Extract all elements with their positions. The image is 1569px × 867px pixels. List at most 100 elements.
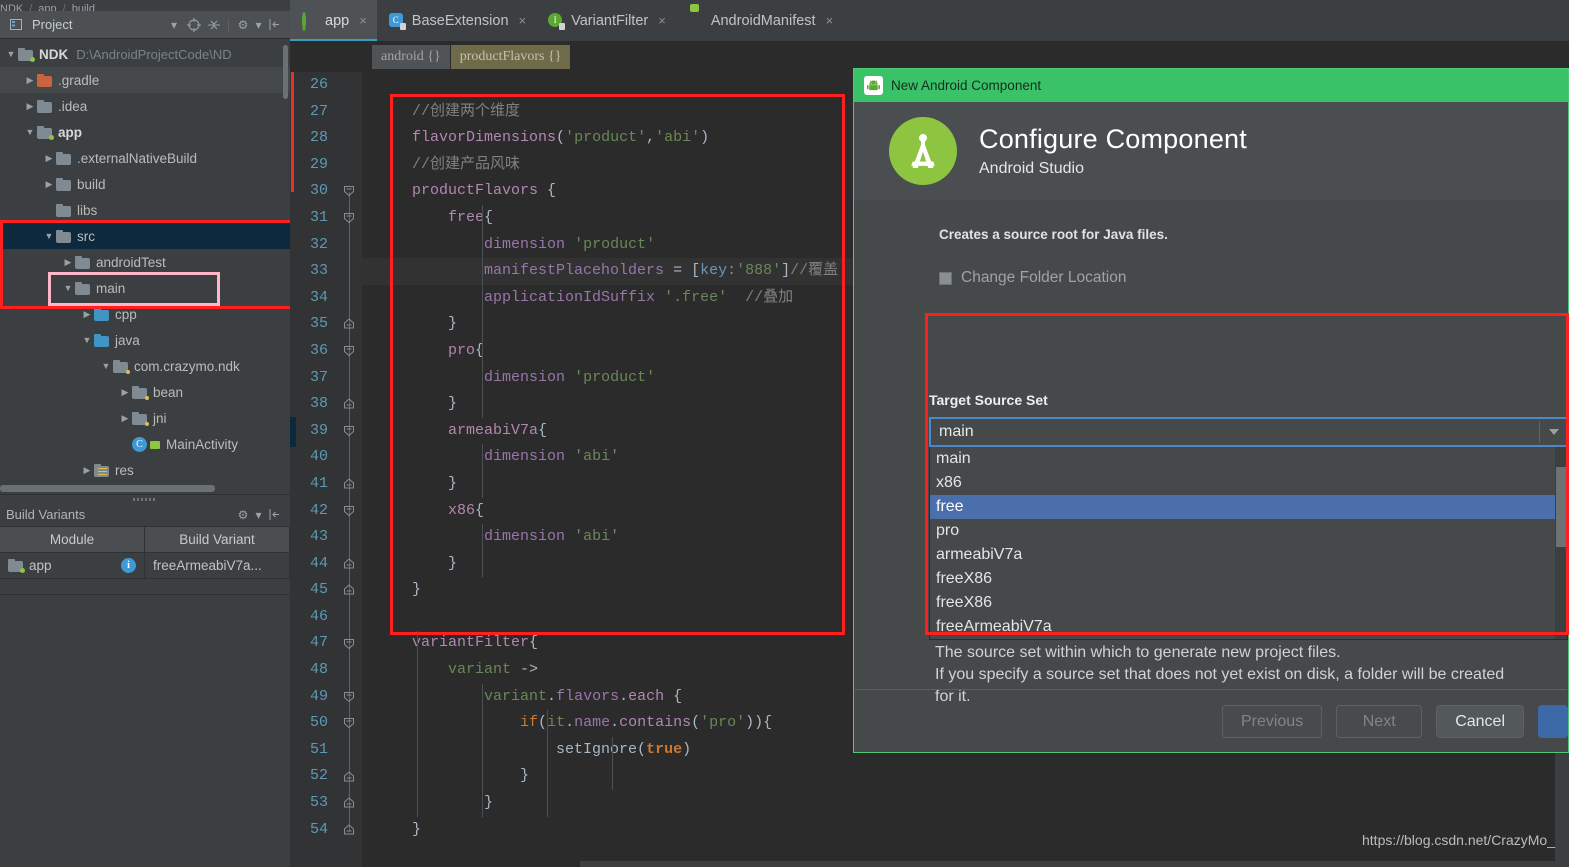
chevron-down-icon[interactable]: ▼ <box>23 127 37 137</box>
chevron-right-icon[interactable]: ▶ <box>23 75 37 86</box>
gear-chevron-icon[interactable]: ▾ <box>255 17 262 33</box>
target-source-set-dropdown[interactable]: main x86 free pro armeabiV7a freeX86 freeX86 fr… <box>929 447 1568 640</box>
top-breadcrumb-item[interactable]: app <box>38 3 56 11</box>
locate-icon[interactable] <box>186 17 202 33</box>
hide-panel-icon[interactable] <box>266 17 282 33</box>
fold-collapse-end-icon[interactable] <box>343 398 355 410</box>
finish-button[interactable] <box>1538 705 1568 738</box>
tree-node-com-crazymo-ndk[interactable]: ▼ com.crazymo.ndk <box>0 353 290 379</box>
dropdown-option-x86[interactable]: x86 <box>930 471 1567 495</box>
code-breadcrumb-productflavors[interactable]: productFlavors {} <box>450 44 571 69</box>
fold-collapse-end-icon[interactable] <box>343 770 355 783</box>
dialog-button-bar[interactable]: Previous Next Cancel <box>1221 705 1568 738</box>
editor-tab-androidmanifest[interactable]: AndroidManifest × <box>676 0 843 41</box>
editor-tab-app[interactable]: app × <box>290 0 377 41</box>
change-folder-location-row[interactable]: Change Folder Location <box>854 269 1568 287</box>
tree-node-res[interactable]: ▶ res <box>0 457 290 483</box>
tree-node-androidtest[interactable]: ▶ androidTest <box>0 249 290 275</box>
chevron-down-icon[interactable]: ▼ <box>99 361 113 371</box>
code-line[interactable]: } <box>362 763 1569 790</box>
dropdown-option-freearmeabiv7a[interactable]: freeArmeabiV7a <box>930 615 1567 639</box>
dropdown-scrollbar[interactable] <box>1555 447 1567 639</box>
chevron-right-icon[interactable]: ▶ <box>118 387 132 398</box>
tree-node-mainactivity[interactable]: C MainActivity <box>0 431 290 457</box>
editor-tab-baseextension[interactable]: C BaseExtension × <box>377 0 536 41</box>
dropdown-option-freex86[interactable]: freeX86 <box>930 591 1567 615</box>
top-breadcrumb-item[interactable]: build <box>72 3 95 11</box>
chevron-right-icon[interactable]: ▶ <box>42 179 56 190</box>
info-icon[interactable]: i <box>121 558 136 573</box>
close-icon[interactable]: × <box>519 13 527 28</box>
code-folding-gutter[interactable] <box>336 72 362 867</box>
target-source-set-combobox[interactable]: main <box>929 417 1568 447</box>
editor-tab-variantfilter[interactable]: I VariantFilter × <box>536 0 676 41</box>
chevron-right-icon[interactable]: ▶ <box>80 309 94 320</box>
fold-expanded-icon[interactable] <box>343 185 355 197</box>
panel-splitter[interactable] <box>0 494 290 503</box>
tree-node-bean[interactable]: ▶ bean <box>0 379 290 405</box>
tree-node-src[interactable]: ▼ src <box>0 223 290 249</box>
editor-tab-bar[interactable]: app × C BaseExtension × I VariantFilter × Androi… <box>290 0 1569 41</box>
chevron-right-icon[interactable]: ▶ <box>42 153 56 164</box>
fold-collapse-end-icon[interactable] <box>343 824 355 836</box>
settings-gear-icon[interactable]: ⚙ <box>235 507 251 523</box>
code-line[interactable]: } <box>362 790 1569 817</box>
top-breadcrumb-item[interactable]: NDK <box>0 3 23 11</box>
fold-expanded-icon[interactable] <box>343 425 355 437</box>
tree-horizontal-scrollbar[interactable] <box>0 485 215 492</box>
fold-collapse-end-icon[interactable] <box>343 584 355 596</box>
gear-chevron-icon[interactable]: ▾ <box>255 507 262 523</box>
fold-expanded-icon[interactable] <box>343 638 355 650</box>
fold-expanded-icon[interactable] <box>343 345 355 357</box>
tree-node-cpp[interactable]: ▶ cpp <box>0 301 290 327</box>
chevron-down-icon[interactable]: ▼ <box>61 283 75 293</box>
fold-collapse-end-icon[interactable] <box>343 318 355 330</box>
dropdown-option-main[interactable]: main <box>930 447 1567 471</box>
chevron-down-icon[interactable]: ▼ <box>42 231 56 241</box>
settings-gear-icon[interactable]: ⚙ <box>235 17 251 33</box>
close-icon[interactable]: × <box>658 13 666 28</box>
code-breadcrumb-android[interactable]: android {} <box>372 44 450 69</box>
fold-expanded-icon[interactable] <box>343 691 355 703</box>
chevron-down-icon[interactable]: ▾ <box>166 17 182 33</box>
cell-module[interactable]: app i <box>0 553 145 579</box>
chevron-right-icon[interactable]: ▶ <box>80 465 94 476</box>
tree-node-build[interactable]: ▶ build <box>0 171 290 197</box>
chevron-right-icon[interactable]: ▶ <box>61 257 75 268</box>
hide-panel-icon[interactable] <box>266 507 282 523</box>
tree-node-java[interactable]: ▼ java <box>0 327 290 353</box>
cancel-button[interactable]: Cancel <box>1436 705 1524 738</box>
fold-expanded-icon[interactable] <box>343 505 355 517</box>
tree-node-main[interactable]: ▼ main <box>0 275 290 301</box>
tree-node-app[interactable]: ▼ app <box>0 119 290 145</box>
project-tree[interactable]: ▼ NDK D:\AndroidProjectCode\ND ▶ .gradle ▶ .id… <box>0 39 290 494</box>
tree-vertical-scrollbar[interactable] <box>283 45 288 99</box>
close-icon[interactable]: × <box>826 13 834 28</box>
dropdown-option-free[interactable]: free <box>930 495 1567 519</box>
chevron-right-icon[interactable]: ▶ <box>118 413 132 424</box>
fold-collapse-end-icon[interactable] <box>343 558 355 570</box>
chevron-down-icon[interactable]: ▼ <box>4 49 18 59</box>
change-folder-location-checkbox[interactable] <box>939 271 952 285</box>
dropdown-option-freex86[interactable]: freeX86 <box>930 567 1567 591</box>
chevron-right-icon[interactable]: ▶ <box>23 101 37 112</box>
build-variants-table[interactable]: Module Build Variant app i freeArmeabiV7… <box>0 527 290 579</box>
fold-collapse-end-icon[interactable] <box>343 478 355 490</box>
tree-node-jni[interactable]: ▶ jni <box>0 405 290 431</box>
close-icon[interactable]: × <box>359 13 367 28</box>
fold-expanded-icon[interactable] <box>343 717 355 729</box>
chevron-down-icon[interactable]: ▼ <box>80 335 94 345</box>
fold-expanded-icon[interactable] <box>343 212 355 224</box>
table-row[interactable]: app i freeArmeabiV7a... <box>0 553 290 579</box>
tree-node--gradle[interactable]: ▶ .gradle <box>0 67 290 93</box>
chevron-down-icon[interactable] <box>1549 429 1559 435</box>
fold-collapse-end-icon[interactable] <box>343 797 355 809</box>
cell-build-variant[interactable]: freeArmeabiV7a... <box>145 553 290 579</box>
dropdown-option-armeabiv7a[interactable]: armeabiV7a <box>930 543 1567 567</box>
tree-node--externalnativebuild[interactable]: ▶ .externalNativeBuild <box>0 145 290 171</box>
dropdown-option-pro[interactable]: pro <box>930 519 1567 543</box>
tree-node-libs[interactable]: libs <box>0 197 290 223</box>
tree-node-ndk[interactable]: ▼ NDK D:\AndroidProjectCode\ND <box>0 41 290 67</box>
collapse-all-icon[interactable] <box>206 17 222 33</box>
tree-node--idea[interactable]: ▶ .idea <box>0 93 290 119</box>
